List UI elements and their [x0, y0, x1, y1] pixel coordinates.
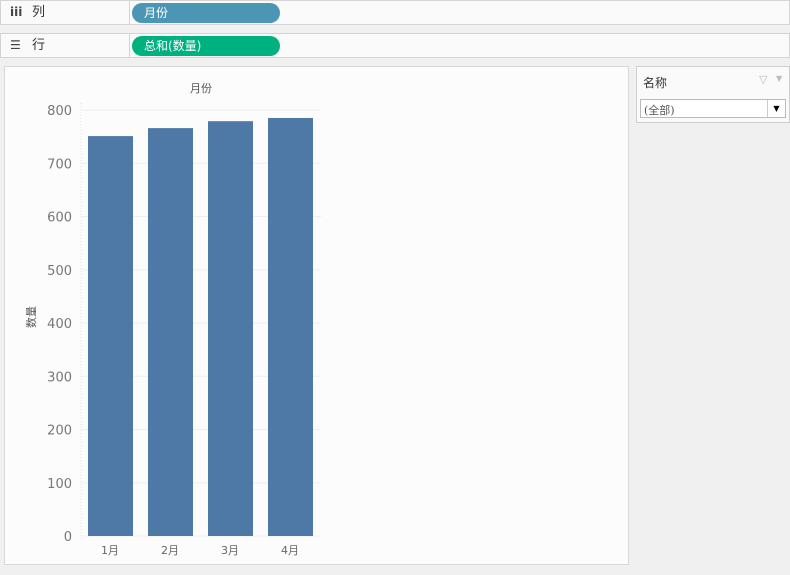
columns-pill[interactable]: 月份 [132, 3, 280, 23]
y-tick-label: 500 [47, 264, 72, 279]
columns-icon: iii [10, 5, 23, 19]
x-tick-label: 4月 [281, 544, 299, 557]
x-tick-label: 1月 [101, 544, 119, 557]
bar[interactable] [208, 121, 253, 536]
chevron-down-icon[interactable]: ▼ [767, 100, 785, 117]
filter-menu-icon[interactable]: ▼ [776, 74, 782, 83]
rows-shelf-label: 行 [32, 38, 46, 53]
y-tick-label: 800 [47, 104, 72, 119]
filter-icon[interactable]: ▽ [759, 73, 767, 86]
filter-title: 名称 [643, 76, 668, 90]
columns-shelf-label: 列 [32, 5, 46, 20]
chart-panel: 月份 数量 0 100 200 300 400 500 600 700 800 1月 2月 3月 4月 [4, 66, 629, 565]
chart-title: 月份 [190, 82, 212, 95]
columns-shelf: iii 列 月份 [0, 0, 790, 25]
bar-chart: 月份 数量 0 100 200 300 400 500 600 700 800 1月 2月 3月 4月 [25, 82, 321, 557]
rows-pill[interactable]: 总和(数量) [132, 36, 280, 56]
x-tick-label: 3月 [221, 544, 239, 557]
y-tick-label: 400 [47, 317, 72, 332]
rows-icon: ☰ [10, 38, 21, 52]
rows-shelf: ☰ 行 总和(数量) [0, 33, 790, 58]
y-axis-label: 数量 [25, 306, 38, 328]
bar[interactable] [268, 117, 313, 537]
y-tick-label: 700 [47, 157, 72, 172]
y-tick-label: 300 [47, 370, 72, 385]
bar[interactable] [148, 128, 193, 537]
filter-dropdown-value: (全部) [644, 104, 675, 117]
filter-dropdown[interactable]: (全部) ▼ [640, 99, 786, 118]
name-filter-card: 名称 ▽ ▼ (全部) ▼ [636, 66, 790, 123]
y-tick-label: 0 [64, 530, 72, 545]
y-tick-label: 600 [47, 211, 72, 226]
y-tick-label: 100 [47, 477, 72, 492]
x-tick-label: 2月 [161, 544, 179, 557]
y-tick-label: 200 [47, 424, 72, 439]
bar[interactable] [88, 136, 133, 536]
